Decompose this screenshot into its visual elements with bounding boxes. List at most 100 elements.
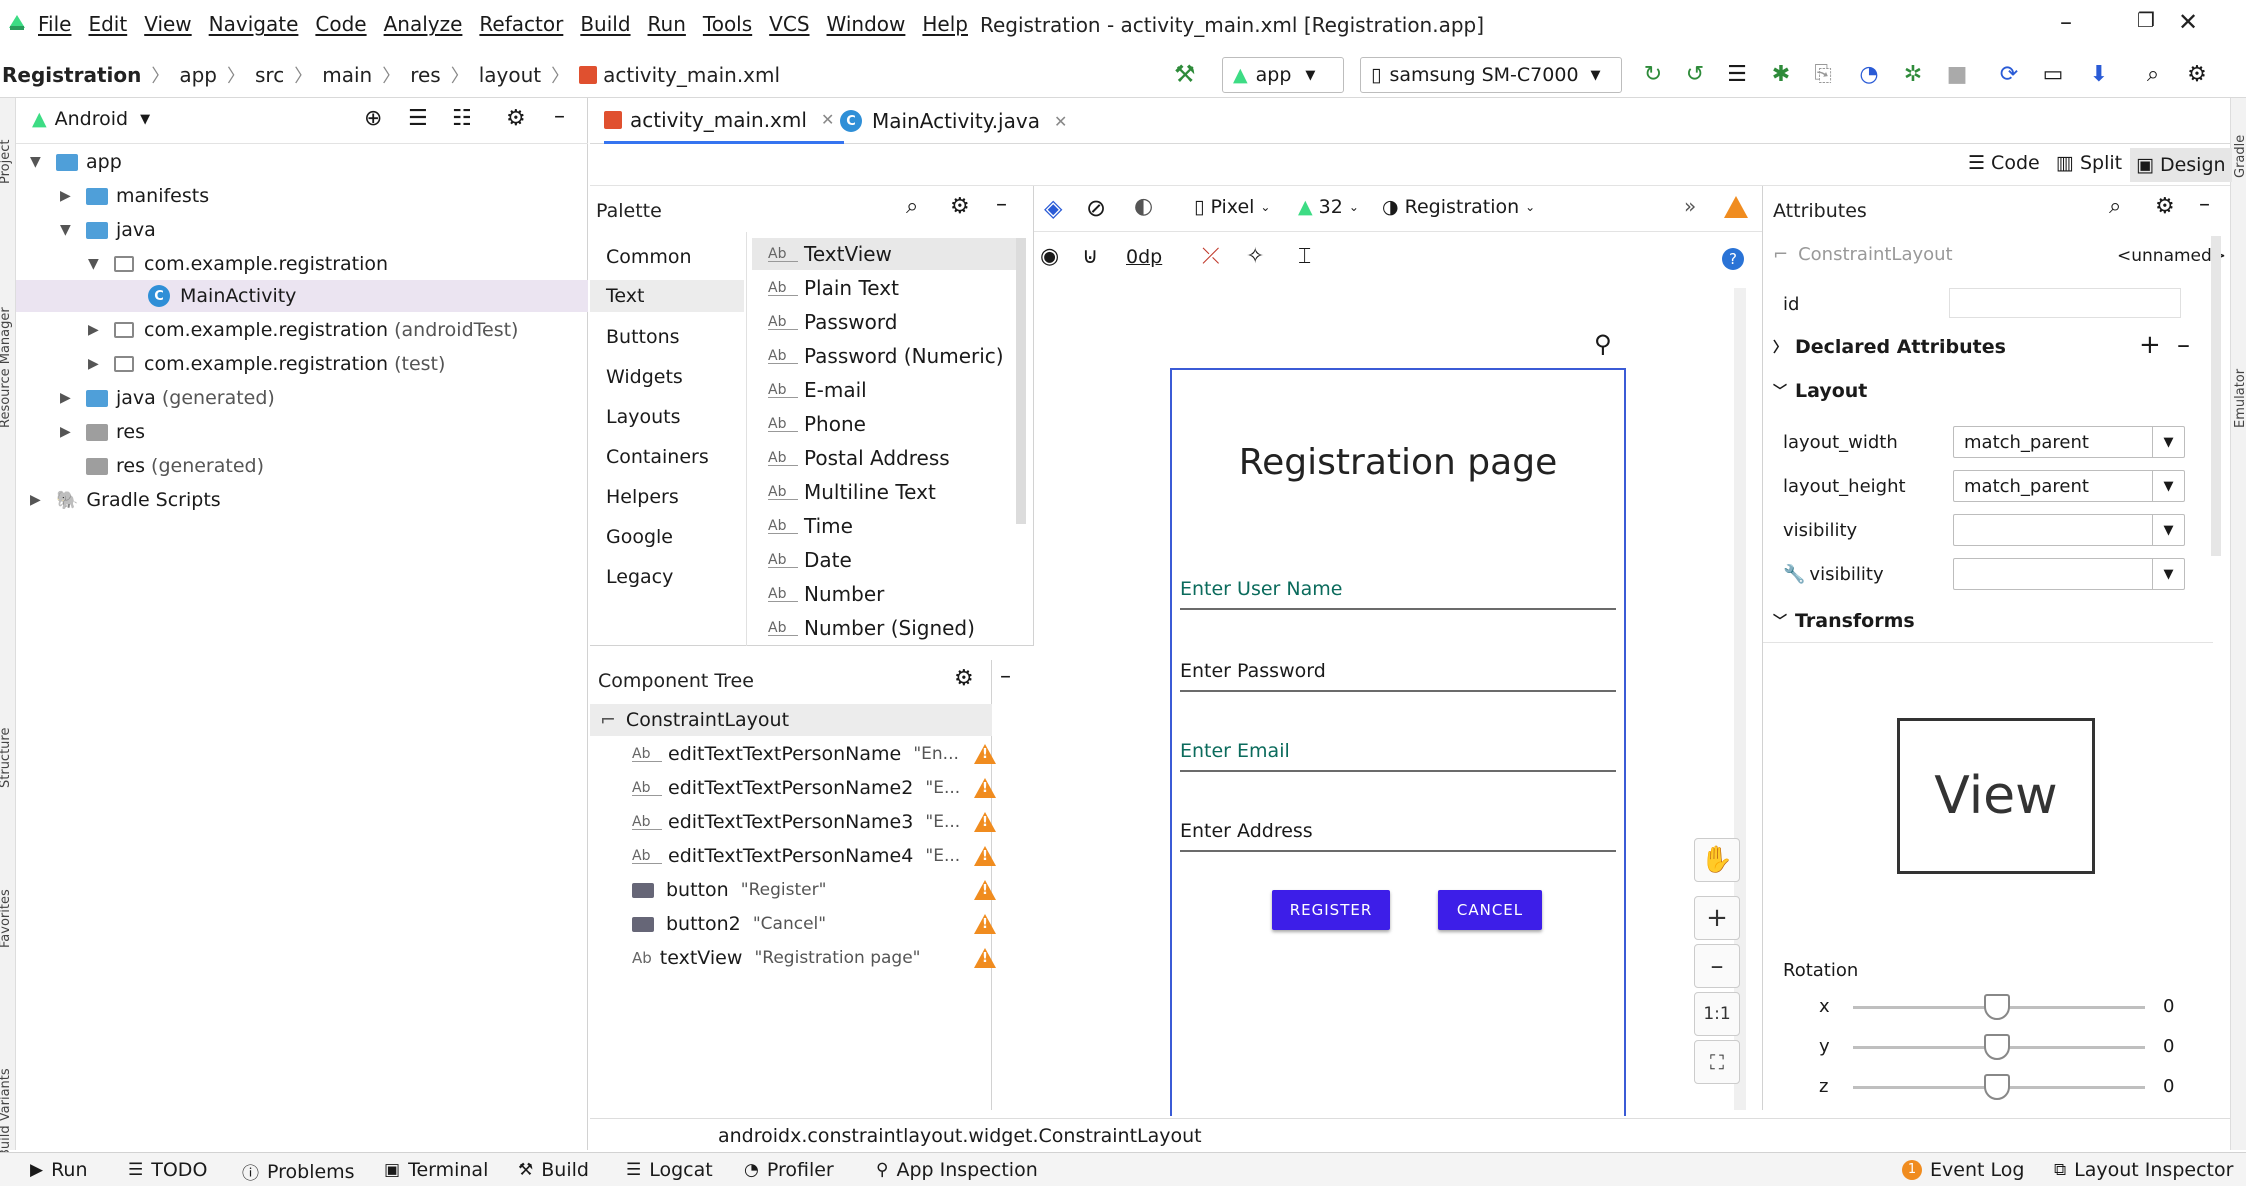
tree-item-mainactivity[interactable]: C MainActivity [16, 280, 588, 312]
menu-code[interactable]: Code [315, 12, 366, 36]
guidelines-icon[interactable]: ⌶ [1298, 244, 1311, 269]
rotation-x-thumb[interactable] [1984, 994, 2010, 1020]
close-tab-icon[interactable]: ✕ [1054, 112, 1067, 131]
tool-window-emulator[interactable]: Emulator [2233, 369, 2246, 428]
declared-attributes-section[interactable]: 〉 Declared Attributes [1773, 336, 2006, 358]
tool-build[interactable]: ⚒ Build [518, 1159, 589, 1181]
menu-tools[interactable]: Tools [703, 12, 752, 36]
hide-icon[interactable]: – [554, 104, 565, 129]
tree-item-manifests[interactable]: ▶ manifests [60, 180, 209, 212]
apply-changes-icon[interactable]: ↻ [1638, 60, 1668, 90]
layout-height-dropdown[interactable]: match_parent ▼ [1953, 470, 2185, 502]
pan-hand-icon[interactable]: ✋ [1694, 838, 1740, 882]
menu-window[interactable]: Window [827, 12, 906, 36]
palette-category-containers[interactable]: Containers [606, 446, 709, 468]
restore-icon[interactable]: ❐ [2126, 8, 2166, 42]
palette-category-helpers[interactable]: Helpers [606, 486, 679, 508]
tree-item-package[interactable]: ▼ com.example.registration [88, 248, 388, 280]
menu-view[interactable]: View [144, 12, 191, 36]
tool-window-build-variants[interactable]: Build Variants [0, 1068, 13, 1158]
hide-icon[interactable]: – [996, 192, 1007, 217]
bug-icon[interactable]: ✲ [1898, 60, 1928, 90]
crosshair-icon[interactable]: ⊕ [364, 106, 382, 131]
project-view-dropdown[interactable]: ▲ Android ▼ [32, 108, 150, 130]
palette-category-legacy[interactable]: Legacy [606, 566, 673, 588]
tool-event-log[interactable]: 1 Event Log [1902, 1159, 2024, 1181]
run-config-dropdown[interactable]: ▲ app ▼ [1222, 57, 1344, 93]
tree-item-java[interactable]: ▼ java [60, 214, 156, 246]
menu-file[interactable]: File [38, 12, 71, 36]
warning-icon[interactable] [974, 778, 996, 798]
tree-item-button[interactable]: button "Register" [632, 874, 996, 906]
palette-item[interactable]: Ab Password (Numeric) [768, 341, 1004, 371]
warning-icon[interactable] [974, 812, 996, 832]
resize-handle-icon[interactable]: ⚲ [1594, 330, 1612, 358]
tool-terminal[interactable]: ▣ Terminal [384, 1159, 488, 1181]
night-mode-icon[interactable]: ◐ [1134, 194, 1153, 219]
tool-window-project[interactable]: Project [0, 140, 13, 184]
warning-icon[interactable] [974, 880, 996, 900]
palette-item[interactable]: Ab TextView [768, 239, 892, 269]
preview-register-button[interactable]: REGISTER [1272, 890, 1390, 930]
attach-debugger-icon[interactable]: ⎘ [1808, 60, 1838, 90]
gear-icon[interactable]: ⚙ [950, 194, 970, 219]
palette-item[interactable]: Ab Plain Text [768, 273, 899, 303]
preview-password-field[interactable]: Enter Password [1180, 648, 1616, 692]
sdk-manager-icon[interactable]: ⬇ [2084, 60, 2114, 90]
orientation-icon[interactable]: ⊘ [1086, 194, 1106, 222]
sync-icon[interactable]: ☰ [1722, 60, 1752, 90]
crumb-src[interactable]: src [255, 63, 284, 87]
component-path[interactable]: androidx.constraintlayout.widget.Constra… [718, 1125, 1202, 1147]
tool-problems[interactable]: ⓘ Problems [242, 1159, 355, 1185]
expand-all-icon[interactable]: ☰ [408, 106, 428, 131]
palette-item[interactable]: Ab Number (Signed) [768, 613, 975, 643]
menu-analyze[interactable]: Analyze [384, 12, 463, 36]
menu-help[interactable]: Help [922, 12, 968, 36]
tool-app-inspection[interactable]: ⚲ App Inspection [876, 1159, 1038, 1181]
warning-icon[interactable] [1724, 196, 1748, 218]
tool-window-favorites[interactable]: Favorites [0, 889, 13, 948]
tree-item-button2[interactable]: button2 "Cancel" [632, 908, 996, 940]
gear-icon[interactable]: ⚙ [2155, 194, 2175, 219]
settings-icon[interactable]: ⚙ [2182, 60, 2212, 90]
layers-icon[interactable]: ◈ [1044, 194, 1062, 222]
zoom-out-icon[interactable]: – [1694, 944, 1740, 988]
tree-item-edittext-1[interactable]: Ab editTextTextPersonName "En... [632, 738, 996, 770]
palette-category-common[interactable]: Common [606, 246, 692, 268]
design-mode-button[interactable]: ▣ Design [2130, 148, 2232, 182]
view-options-eye-icon[interactable]: ◉ [1040, 244, 1059, 269]
tool-window-resource-manager[interactable]: Resource Manager [0, 307, 13, 428]
tool-todo[interactable]: ☰ TODO [128, 1159, 207, 1181]
tab-activity-main[interactable]: activity_main.xml ✕ [604, 98, 844, 144]
tool-window-gradle[interactable]: Gradle [2233, 135, 2246, 178]
tree-item-edittext-4[interactable]: Ab editTextTextPersonName4 "E... [632, 840, 996, 872]
autoconnect-magnet-icon[interactable]: ⊍ [1082, 244, 1098, 269]
transforms-section[interactable]: ﹀ Transforms [1773, 610, 1915, 632]
warning-icon[interactable] [974, 914, 996, 934]
search-icon[interactable]: ⌕ [2138, 60, 2168, 90]
remove-attribute-icon[interactable]: – [2177, 330, 2190, 360]
collapse-all-icon[interactable]: ☷ [452, 106, 472, 131]
tree-item-edittext-2[interactable]: Ab editTextTextPersonName2 "E... [632, 772, 996, 804]
gradle-sync-icon[interactable]: ⟳ [1994, 60, 2024, 90]
palette-category-google[interactable]: Google [606, 526, 673, 548]
api-level-selector[interactable]: ▲ 32 ⌄ [1298, 196, 1359, 218]
close-tab-icon[interactable]: ✕ [821, 110, 834, 129]
tree-item-package-androidtest[interactable]: ▶ com.example.registration (androidTest) [88, 314, 518, 346]
default-margin-button[interactable]: 0dp [1126, 246, 1162, 268]
crumb-project[interactable]: Registration [2, 63, 141, 87]
tools-visibility-dropdown[interactable]: ▼ [1953, 558, 2185, 590]
tree-item-edittext-3[interactable]: Ab editTextTextPersonName3 "E... [632, 806, 996, 838]
hammer-build-icon[interactable]: ⚒ [1174, 60, 1196, 88]
close-window-icon[interactable]: ✕ [2168, 8, 2208, 42]
palette-item[interactable]: Ab Time [768, 511, 853, 541]
id-input[interactable] [1949, 288, 2181, 318]
profile-icon[interactable]: ◔ [1854, 60, 1884, 90]
menu-vcs[interactable]: VCS [769, 12, 809, 36]
menu-build[interactable]: Build [580, 12, 630, 36]
tree-item-app[interactable]: ▼ app [30, 146, 122, 178]
tab-mainactivity-java[interactable]: C MainActivity.java ✕ [840, 98, 1067, 144]
warning-icon[interactable] [974, 744, 996, 764]
search-icon[interactable]: ⌕ [906, 194, 918, 219]
rotation-y-thumb[interactable] [1984, 1034, 2010, 1060]
